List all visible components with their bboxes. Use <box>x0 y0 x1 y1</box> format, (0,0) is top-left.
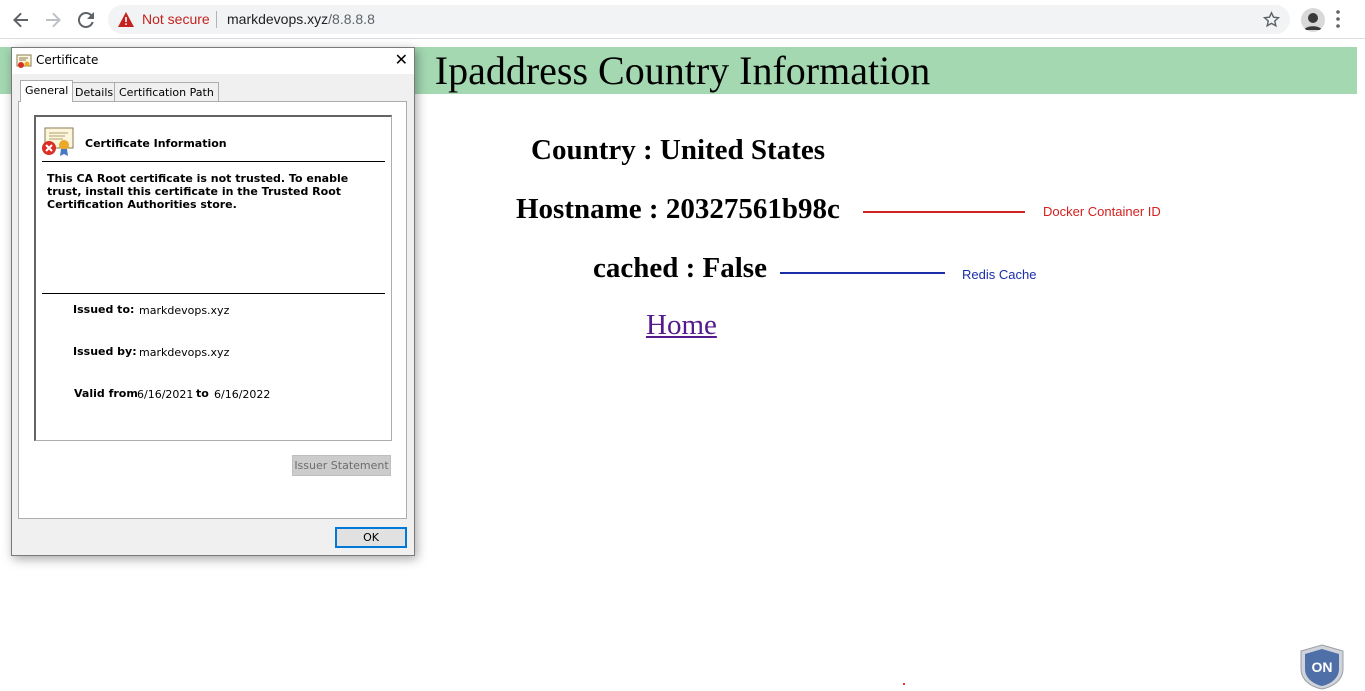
valid-from-value: 6/16/2021 <box>137 388 194 401</box>
forward-button[interactable] <box>42 9 64 31</box>
security-status-label[interactable]: Not secure <box>142 11 210 27</box>
warning-triangle-icon <box>118 12 134 27</box>
profile-avatar-icon <box>1301 8 1325 32</box>
close-icon[interactable]: ✕ <box>395 52 408 68</box>
kebab-menu-icon[interactable] <box>1336 10 1340 28</box>
heading-divider <box>42 161 385 162</box>
tab-certification-path[interactable]: Certification Path <box>114 82 219 102</box>
back-button[interactable] <box>10 9 32 31</box>
trust-warning-message: This CA Root certificate is not trusted.… <box>47 172 349 211</box>
url-path: /8.8.8.8 <box>328 11 375 27</box>
ok-button[interactable]: OK <box>335 527 407 548</box>
untrusted-certificate-icon <box>42 127 74 156</box>
tab-general[interactable]: General <box>20 80 74 102</box>
valid-from-label: Valid from <box>74 387 138 400</box>
reload-icon <box>78 12 94 28</box>
forward-arrow-icon <box>46 12 61 28</box>
general-tab-panel: Certificate Information This CA Root cer… <box>18 101 407 519</box>
omnibox-separator <box>216 11 217 28</box>
dialog-titlebar[interactable]: Certificate ✕ <box>12 48 414 74</box>
tab-details[interactable]: Details <box>70 82 119 102</box>
details-divider <box>42 293 385 294</box>
profile-avatar[interactable] <box>1301 8 1325 32</box>
bookmark-star-icon[interactable] <box>1263 11 1280 28</box>
cached-line: cached : False <box>593 252 767 284</box>
valid-to-label: to <box>196 387 209 400</box>
home-link[interactable]: Home <box>646 309 717 342</box>
address-bar[interactable]: Not secure markdevops.xyz/8.8.8.8 <box>108 5 1290 34</box>
reload-button[interactable] <box>75 9 97 31</box>
redis-annotation-label: Redis Cache <box>962 267 1037 282</box>
hostname-line: Hostname : 20327561b98c <box>516 193 840 225</box>
dialog-title: Certificate <box>36 53 99 67</box>
issued-to-value: markdevops.xyz <box>139 304 230 317</box>
browser-toolbar: Not secure markdevops.xyz/8.8.8.8 <box>0 0 1365 39</box>
back-arrow-icon <box>13 12 28 28</box>
issued-by-label: Issued by: <box>73 345 137 358</box>
on-shield-badge: ON <box>1300 644 1344 690</box>
redis-annotation-line <box>780 272 945 274</box>
red-dot <box>903 683 905 685</box>
url-domain: markdevops.xyz <box>227 11 329 27</box>
certificate-info-heading: Certificate Information <box>85 137 227 150</box>
issued-by-value: markdevops.xyz <box>139 346 230 359</box>
certificate-info-box: Certificate Information This CA Root cer… <box>34 115 392 441</box>
on-badge-label: ON <box>1312 659 1333 675</box>
country-line: Country : United States <box>531 134 826 166</box>
issuer-statement-button[interactable]: Issuer Statement <box>292 455 391 476</box>
certificate-dialog: Certificate ✕ General Details Certificat… <box>11 47 415 556</box>
docker-annotation-label: Docker Container ID <box>1043 204 1161 219</box>
certificate-small-icon <box>16 54 32 68</box>
url-text[interactable]: markdevops.xyz/8.8.8.8 <box>227 11 375 27</box>
issued-to-label: Issued to: <box>73 303 135 316</box>
docker-annotation-line <box>863 211 1025 213</box>
valid-to-value: 6/16/2022 <box>214 388 271 401</box>
